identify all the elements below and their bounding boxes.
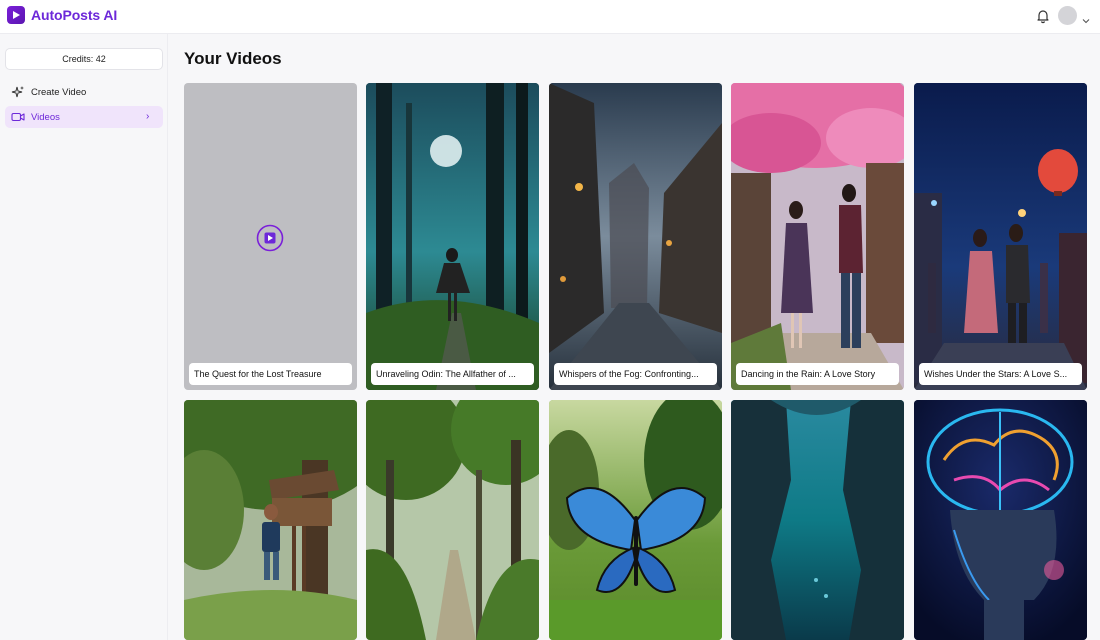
video-card[interactable] <box>731 400 904 640</box>
page-title: Your Videos <box>184 49 282 68</box>
thumbnail-blue-butterfly <box>549 400 722 640</box>
app-name: AutoPosts AI <box>31 7 118 23</box>
sidebar-item-videos[interactable]: Videos › <box>5 106 163 128</box>
video-title: Whispers of the Fog: Confronting... <box>554 363 717 385</box>
video-card[interactable] <box>549 400 722 640</box>
video-card[interactable]: Wishes Under the Stars: A Love S... <box>914 83 1087 390</box>
play-icon[interactable] <box>256 224 284 252</box>
thumbnail-forest-path <box>366 400 539 640</box>
video-title: Wishes Under the Stars: A Love S... <box>919 363 1082 385</box>
chevron-right-icon: › <box>146 111 150 122</box>
thumbnail-moonlit-forest <box>366 83 539 390</box>
sidebar-item-label: Create Video <box>31 86 87 98</box>
video-title: Dancing in the Rain: A Love Story <box>736 363 899 385</box>
thumbnail-underwater-cave <box>731 400 904 640</box>
top-bar: AutoPosts AI <box>0 0 1100 34</box>
sidebar: Credits: 42 Create Video Videos › <box>0 34 168 640</box>
bell-icon[interactable] <box>1035 8 1051 24</box>
video-title: Unraveling Odin: The Allfather of ... <box>371 363 534 385</box>
video-card[interactable]: Whispers of the Fog: Confronting... <box>549 83 722 390</box>
thumbnail-cherry-blossom-couple <box>731 83 904 390</box>
video-card[interactable]: Unraveling Odin: The Allfather of ... <box>366 83 539 390</box>
thumbnail-foggy-street <box>549 83 722 390</box>
user-avatar[interactable] <box>1058 6 1077 25</box>
credits-badge: Credits: 42 <box>5 48 163 70</box>
sparkles-icon <box>11 85 25 99</box>
video-title: The Quest for the Lost Treasure <box>189 363 352 385</box>
thumbnail-glowing-brain <box>914 400 1087 640</box>
app-logo-icon <box>7 6 25 24</box>
sidebar-item-create-video[interactable]: Create Video <box>5 81 163 103</box>
chevron-down-icon[interactable] <box>1082 12 1090 24</box>
video-card[interactable]: The Quest for the Lost Treasure <box>184 83 357 390</box>
thumbnail-night-market-couple <box>914 83 1087 390</box>
thumbnail-boy-treehouse <box>184 400 357 640</box>
video-icon <box>11 110 25 124</box>
brand[interactable]: AutoPosts AI <box>7 6 117 24</box>
sidebar-item-label: Videos <box>31 111 60 123</box>
video-card[interactable] <box>914 400 1087 640</box>
video-card[interactable]: Dancing in the Rain: A Love Story <box>731 83 904 390</box>
video-card[interactable] <box>184 400 357 640</box>
video-card[interactable] <box>366 400 539 640</box>
